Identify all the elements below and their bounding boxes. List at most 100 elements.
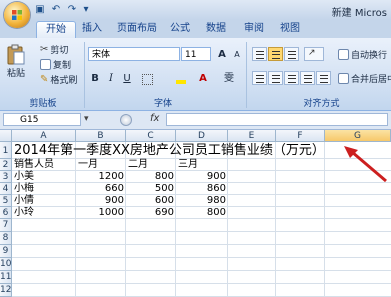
cell-value[interactable]: 600 bbox=[126, 195, 176, 207]
scissors-icon: ✂ bbox=[40, 44, 49, 55]
cell-value[interactable]: 660 bbox=[76, 183, 126, 195]
cell-value[interactable]: 900 bbox=[176, 171, 228, 183]
select-all-corner[interactable] bbox=[0, 130, 12, 142]
font-name-select[interactable]: 宋体 bbox=[88, 47, 180, 61]
function-icon[interactable]: fx bbox=[150, 113, 159, 124]
align-middle-button[interactable] bbox=[268, 47, 283, 61]
cell-value[interactable]: 900 bbox=[76, 195, 126, 207]
align-center-button[interactable] bbox=[268, 71, 283, 85]
cell-header-jan[interactable]: 一月 bbox=[76, 159, 126, 171]
row-header[interactable]: 12 bbox=[0, 284, 12, 297]
paintbrush-icon: ✎ bbox=[40, 74, 49, 85]
tab-page-layout[interactable]: 页面布局 bbox=[112, 21, 162, 37]
row-header[interactable]: 8 bbox=[0, 232, 12, 245]
cell-name[interactable]: 小玲 bbox=[12, 207, 76, 219]
increase-indent-button[interactable] bbox=[316, 71, 331, 85]
copy-button[interactable]: 复制 bbox=[40, 58, 71, 71]
bold-button[interactable]: B bbox=[88, 71, 102, 85]
cut-button[interactable]: ✂ 剪切 bbox=[40, 43, 68, 56]
wrap-text-label: 自动换行 bbox=[351, 51, 388, 61]
align-left-button[interactable] bbox=[252, 71, 267, 85]
row-header[interactable]: 3 bbox=[0, 171, 12, 183]
clipboard-icon bbox=[7, 44, 25, 65]
column-header[interactable]: D bbox=[176, 130, 228, 142]
title-bar: ▣ ↶ ↷ ▾ 新建 Micros bbox=[0, 0, 391, 20]
circle-icon bbox=[120, 114, 132, 126]
tab-insert[interactable]: 插入 bbox=[78, 21, 106, 37]
cell-name[interactable]: 小倩 bbox=[12, 195, 76, 207]
tab-data[interactable]: 数据 bbox=[202, 21, 230, 37]
wrap-text-icon bbox=[338, 49, 349, 60]
cell-value[interactable]: 1000 bbox=[76, 207, 126, 219]
row-header[interactable]: 2 bbox=[0, 159, 12, 171]
cell-value[interactable]: 800 bbox=[126, 171, 176, 183]
row-header[interactable]: 10 bbox=[0, 258, 12, 271]
cell-header-salesperson[interactable]: 销售人员 bbox=[12, 159, 76, 171]
align-top-button[interactable] bbox=[252, 47, 267, 61]
fill-color-icon[interactable] bbox=[174, 71, 188, 85]
row-header[interactable]: 1 bbox=[0, 142, 12, 159]
undo-icon[interactable]: ↶ bbox=[50, 4, 62, 16]
copy-label: 复制 bbox=[53, 61, 72, 71]
save-icon[interactable]: ▣ bbox=[34, 4, 46, 16]
merge-center-button[interactable]: 合并后居中 bbox=[338, 72, 391, 85]
tab-home[interactable]: 开始 bbox=[36, 21, 76, 38]
cell-value[interactable]: 500 bbox=[126, 183, 176, 195]
tab-review[interactable]: 审阅 bbox=[240, 21, 268, 37]
formula-input[interactable] bbox=[166, 113, 388, 126]
cell-name[interactable]: 小美 bbox=[12, 171, 76, 183]
phonetic-button[interactable]: 雯 bbox=[220, 71, 238, 85]
italic-button[interactable]: I bbox=[104, 71, 118, 85]
cell-value[interactable]: 860 bbox=[176, 183, 228, 195]
cell-value[interactable]: 1200 bbox=[76, 171, 126, 183]
chevron-down-icon[interactable]: ▾ bbox=[82, 4, 90, 16]
format-painter-label: 格式刷 bbox=[50, 76, 78, 86]
row-header[interactable]: 7 bbox=[0, 219, 12, 232]
row-header[interactable]: 5 bbox=[0, 195, 12, 207]
cell-header-feb[interactable]: 二月 bbox=[126, 159, 176, 171]
align-bottom-button[interactable] bbox=[284, 47, 299, 61]
window-title: 新建 Micros bbox=[331, 8, 387, 19]
group-divider bbox=[84, 42, 85, 108]
cell-header-mar[interactable]: 三月 bbox=[176, 159, 228, 171]
orientation-button[interactable]: ↗ bbox=[304, 47, 324, 61]
office-logo-icon bbox=[12, 10, 22, 20]
paste-button[interactable]: 粘贴 bbox=[6, 44, 26, 79]
column-header[interactable]: F bbox=[276, 130, 325, 142]
cell-name[interactable]: 小梅 bbox=[12, 183, 76, 195]
tab-formulas[interactable]: 公式 bbox=[166, 21, 194, 37]
clipboard-group-label: 剪贴板 bbox=[29, 99, 57, 109]
column-header[interactable]: B bbox=[76, 130, 126, 142]
row-header[interactable]: 9 bbox=[0, 245, 12, 258]
borders-icon[interactable] bbox=[140, 71, 154, 85]
grow-font-button[interactable]: A bbox=[215, 47, 229, 61]
column-header[interactable]: C bbox=[126, 130, 176, 142]
cell-value[interactable]: 690 bbox=[126, 207, 176, 219]
copy-icon bbox=[40, 59, 51, 70]
format-painter-button[interactable]: ✎ 格式刷 bbox=[40, 73, 77, 86]
underline-button[interactable]: U bbox=[120, 71, 134, 85]
align-right-button[interactable] bbox=[284, 71, 299, 85]
tab-view[interactable]: 视图 bbox=[276, 21, 304, 37]
group-divider bbox=[246, 42, 247, 108]
row-header[interactable]: 6 bbox=[0, 207, 12, 219]
shrink-font-button[interactable]: A bbox=[230, 47, 244, 61]
quick-access-toolbar: ▣ ↶ ↷ ▾ bbox=[34, 3, 90, 17]
ribbon-tabs: 开始 插入 页面布局 公式 数据 审阅 视图 bbox=[0, 20, 391, 39]
column-header[interactable]: E bbox=[228, 130, 276, 142]
column-header[interactable]: G bbox=[325, 130, 391, 142]
decrease-indent-button[interactable] bbox=[300, 71, 315, 85]
office-button[interactable] bbox=[4, 2, 30, 28]
row-header[interactable]: 4 bbox=[0, 183, 12, 195]
cell-value[interactable]: 980 bbox=[176, 195, 228, 207]
column-header[interactable]: A bbox=[12, 130, 76, 142]
font-color-icon[interactable]: A bbox=[196, 71, 210, 85]
redo-icon[interactable]: ↷ bbox=[66, 4, 78, 16]
row-header[interactable]: 11 bbox=[0, 271, 12, 284]
cell-A1-title[interactable]: 2014年第一季度XX房地产公司员工销售业绩（万元） bbox=[12, 142, 391, 159]
chevron-down-icon[interactable]: ▾ bbox=[84, 114, 89, 124]
cell-value[interactable]: 800 bbox=[176, 207, 228, 219]
name-box[interactable]: G15 bbox=[3, 113, 81, 126]
wrap-text-button[interactable]: 自动换行 bbox=[338, 48, 387, 61]
font-size-select[interactable]: 11 bbox=[181, 47, 211, 61]
